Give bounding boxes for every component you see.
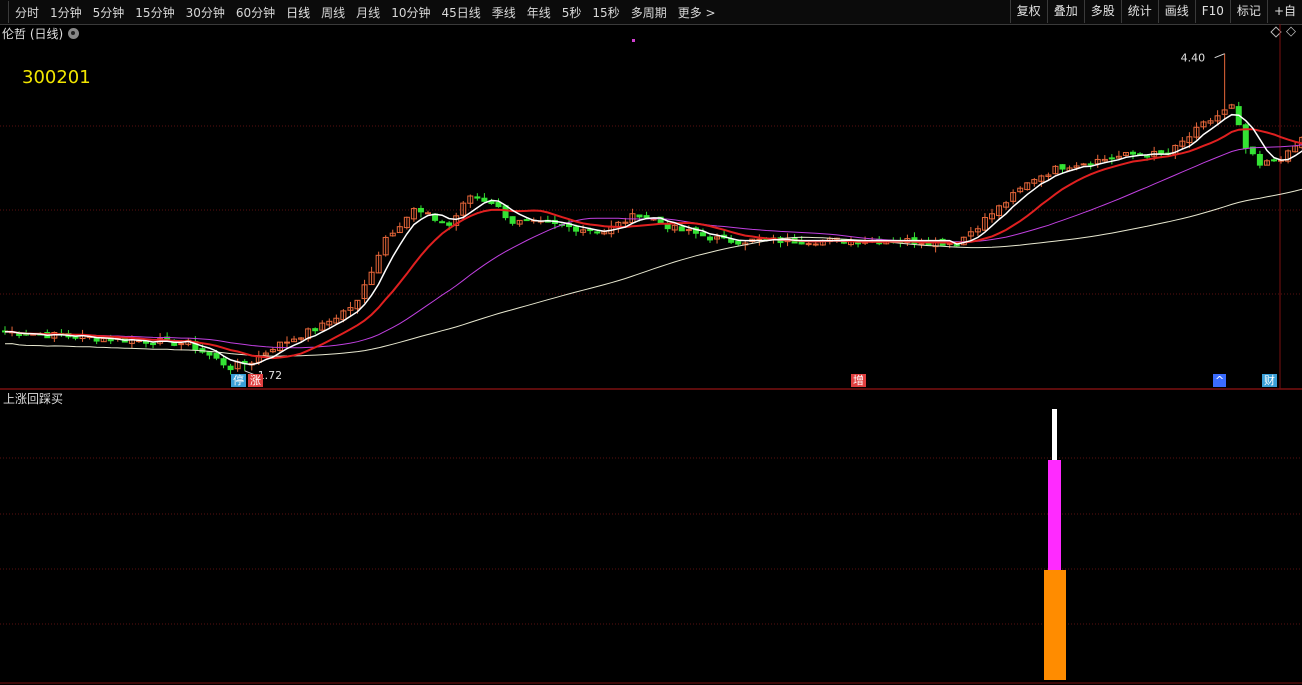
candle-body xyxy=(643,215,650,218)
candle-body xyxy=(707,236,713,241)
indicator-bar-white xyxy=(1052,409,1057,460)
candle-body xyxy=(678,226,685,232)
candle-body xyxy=(312,328,319,332)
candle-body xyxy=(206,351,213,356)
ma-mid-line xyxy=(5,128,1302,360)
event-marker-2[interactable]: 增 xyxy=(851,374,866,387)
candle-body xyxy=(1108,157,1115,160)
candle-body xyxy=(735,240,742,245)
candle-body xyxy=(798,241,805,245)
candle-body xyxy=(1271,159,1277,162)
indicator-bar-magenta xyxy=(1048,460,1061,570)
candle-body xyxy=(425,212,431,215)
candle-body xyxy=(481,197,488,202)
candle-body xyxy=(1059,164,1066,170)
candle-body xyxy=(213,352,220,359)
high-price-label: 4.40 xyxy=(1181,52,1206,65)
candle-body xyxy=(1144,155,1151,158)
candle-body xyxy=(1087,163,1094,166)
kline-chart[interactable]: 4.401.72 xyxy=(0,0,1302,685)
candle-body xyxy=(446,222,453,226)
marker-dot xyxy=(632,39,635,42)
candle-body xyxy=(220,358,227,366)
candle-body xyxy=(1130,151,1136,155)
ma-longest-line xyxy=(4,188,1302,357)
candle-body xyxy=(1256,153,1263,166)
candle-body xyxy=(699,232,706,237)
indicator-bar-orange xyxy=(1044,570,1066,680)
candle-body xyxy=(227,365,234,371)
candle-body xyxy=(812,243,819,246)
candle-body xyxy=(1080,163,1087,166)
event-marker-3[interactable]: ^ xyxy=(1213,374,1227,387)
event-marker-4[interactable]: 财 xyxy=(1262,374,1277,387)
high-pointer xyxy=(1214,53,1225,59)
candle-body xyxy=(805,243,812,246)
candle-body xyxy=(509,216,516,224)
ma-long-line xyxy=(5,144,1302,349)
candle-body xyxy=(439,221,446,224)
event-marker-1[interactable]: 涨 xyxy=(248,374,263,387)
candle-body xyxy=(495,201,502,208)
candle-body xyxy=(523,219,530,222)
ma-short-line xyxy=(5,113,1302,366)
event-marker-0[interactable]: 停 xyxy=(231,374,246,387)
candle-body xyxy=(636,214,643,218)
candle-body xyxy=(1158,150,1165,154)
candle-body xyxy=(284,341,290,344)
candle-body xyxy=(150,342,157,346)
candle-body xyxy=(594,231,601,234)
candle-body xyxy=(417,207,424,213)
candle-body xyxy=(664,223,671,230)
indicator-title: 上涨回踩买 xyxy=(3,392,64,406)
candle-body xyxy=(474,196,481,199)
candle-body xyxy=(573,226,580,232)
